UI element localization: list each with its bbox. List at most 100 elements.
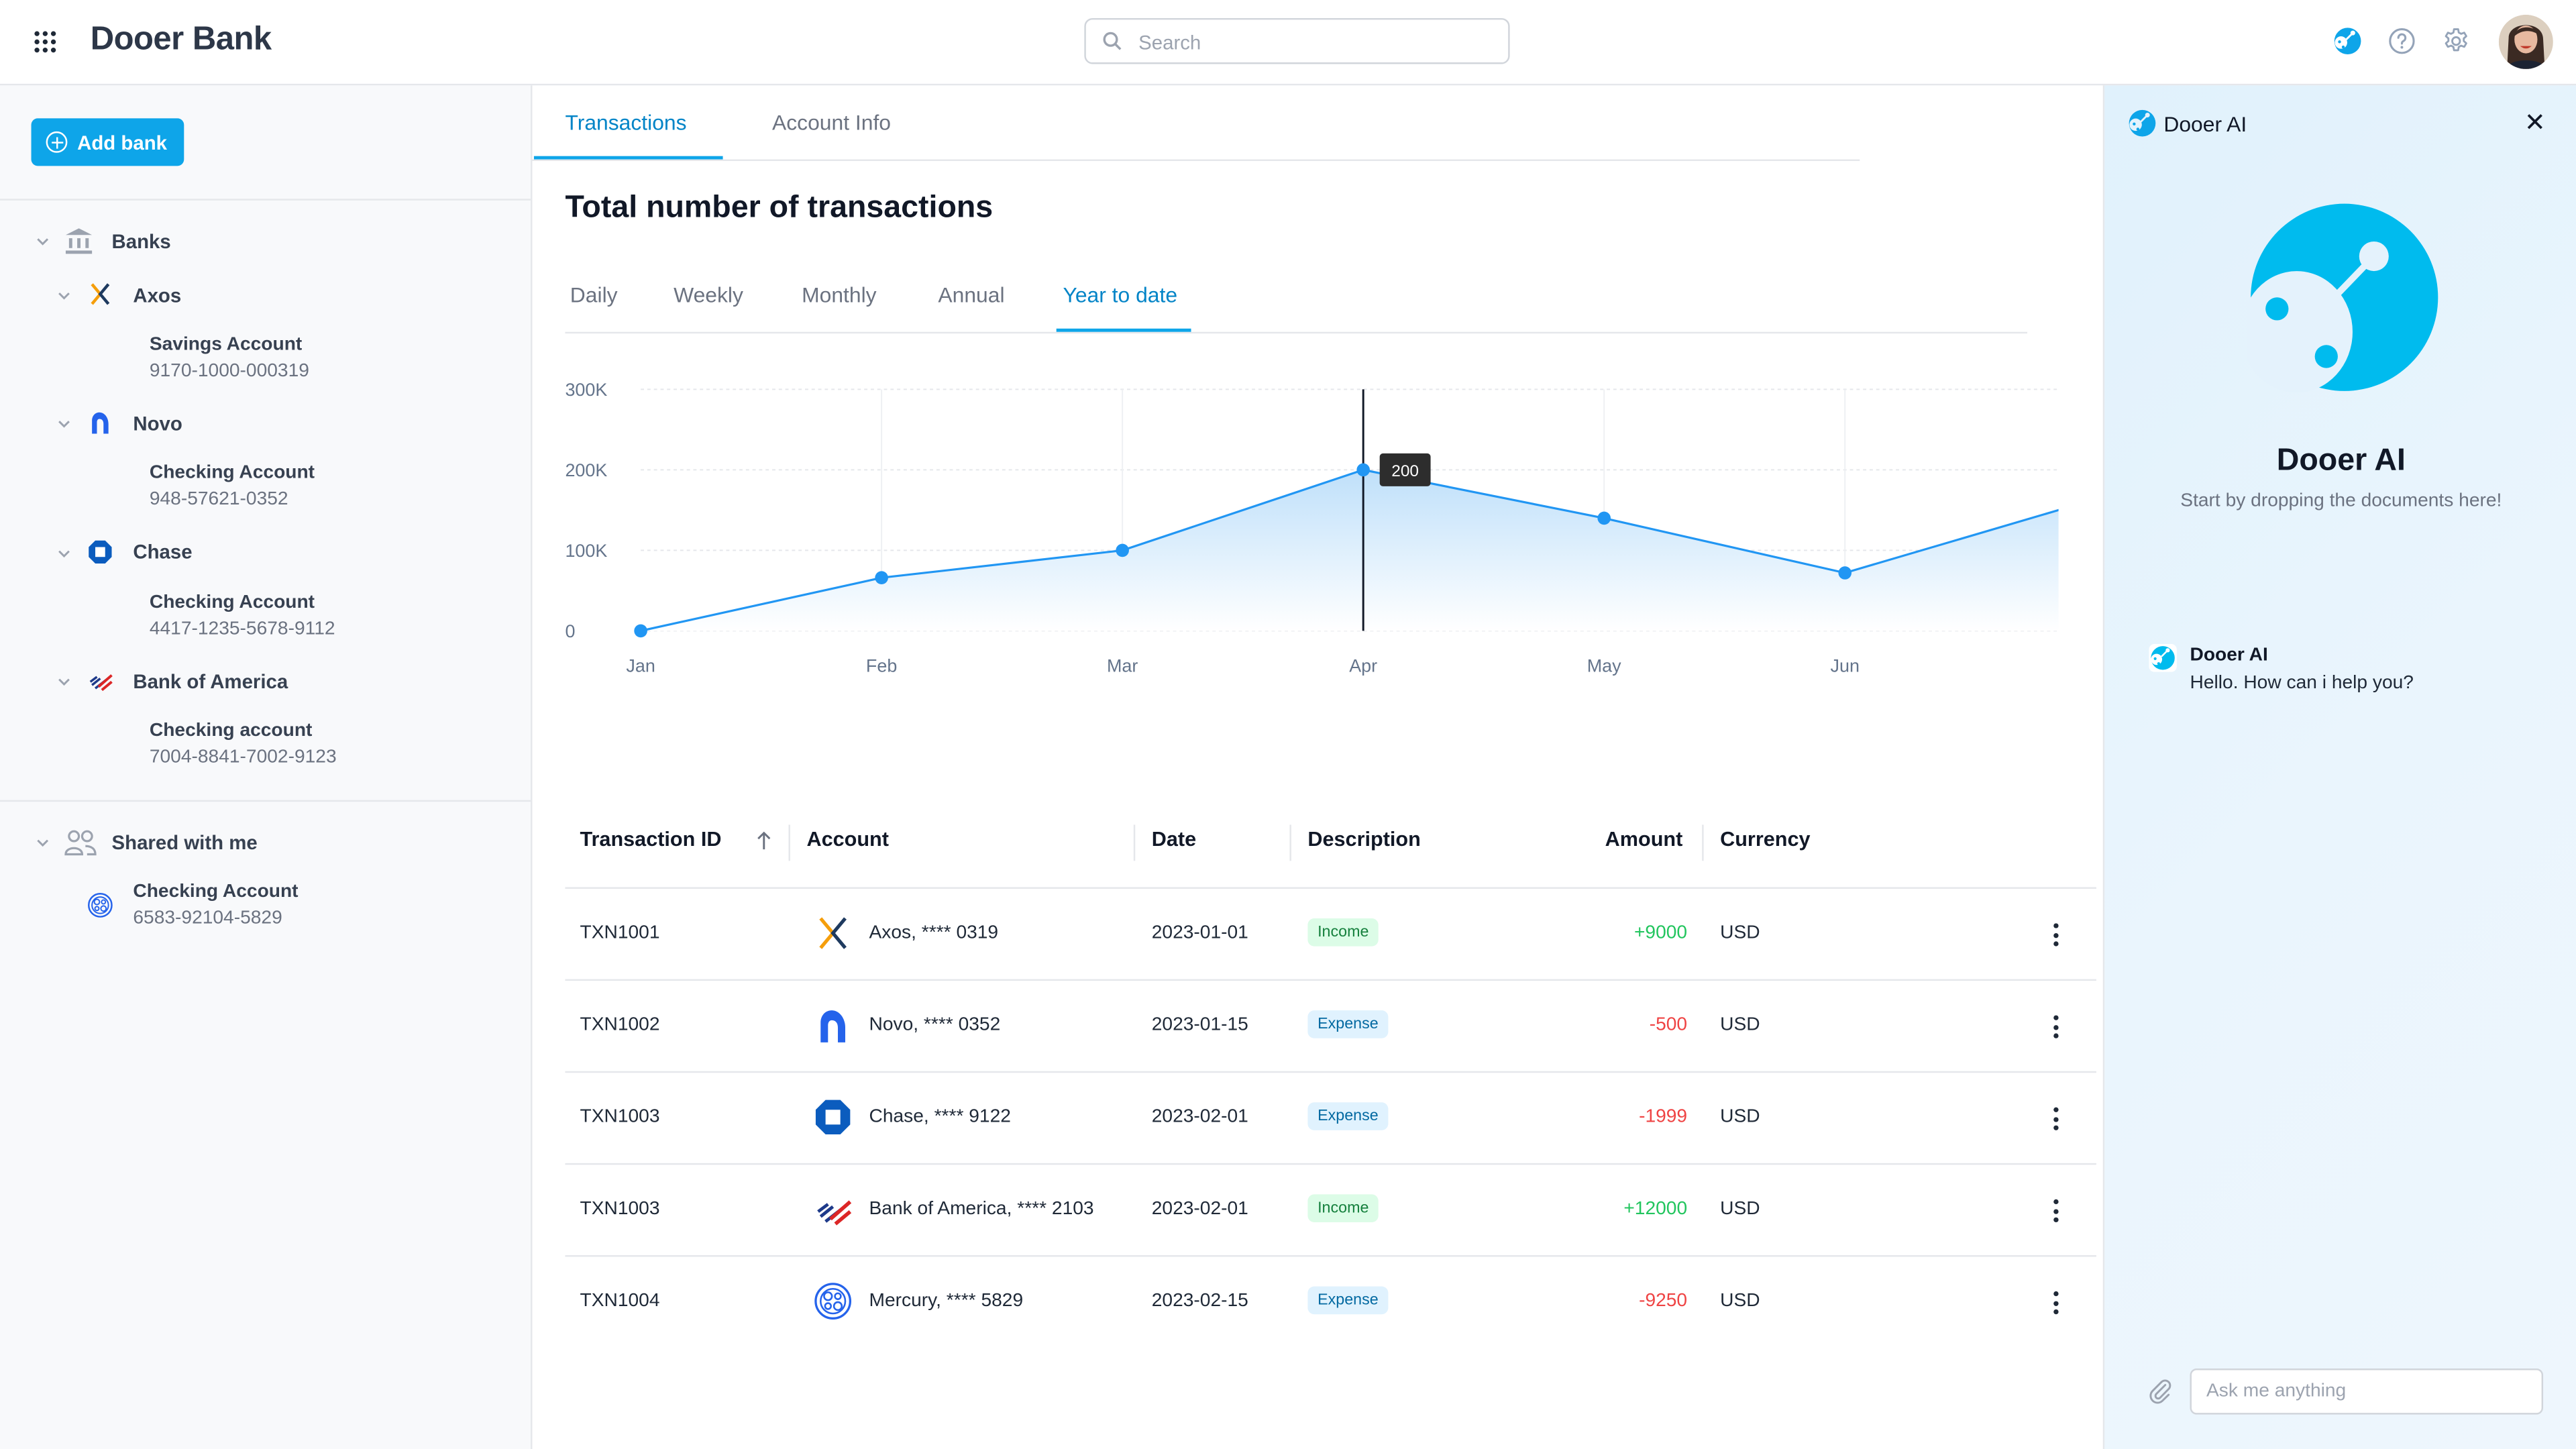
data-point-jun [1838,566,1852,580]
description-badge: Expense [1307,1010,1389,1038]
tooltip-value: 200 [1391,462,1419,480]
period-tab-weekly[interactable]: Weekly [674,282,743,307]
novo-logo-icon [92,412,109,434]
row-more-options-icon[interactable] [2052,923,2059,947]
x-tick-label: Apr [1349,656,1377,676]
chase-logo-icon [815,1099,851,1135]
sidebar-bank-label[interactable]: Novo [133,413,182,435]
novo-logo-icon [820,1010,846,1042]
area-fill [641,470,2059,631]
sidebar-bank-label[interactable]: Axos [133,284,181,307]
period-tab-annual[interactable]: Annual [938,282,1004,307]
date-cell: 2023-02-01 [1151,1199,1248,1220]
chevron-down-icon[interactable] [58,547,71,561]
row-more-options-icon[interactable] [2052,1199,2059,1223]
table-row[interactable]: TXN1002 Novo, **** 0352 2023-01-15 Expen… [565,981,2096,1071]
chevron-down-icon[interactable] [58,676,71,689]
search-box[interactable] [1084,17,1510,64]
data-point-jan [634,624,647,638]
account-name: Checking account [149,721,313,741]
chevron-down-icon[interactable] [36,235,50,248]
sidebar-bank-label[interactable]: Bank of America [133,670,288,693]
table-row[interactable]: TXN1004 Mercury, **** 5829 2023-02-15 Ex… [565,1256,2096,1347]
x-tick-label: Feb [866,656,897,676]
sidebar-bank-label[interactable]: Chase [133,541,192,564]
x-tick-label: Jun [1831,656,1860,676]
close-icon[interactable] [2525,112,2544,131]
sidebar-item-shared-with-me[interactable]: Shared with me [112,831,258,854]
chevron-down-icon[interactable] [36,837,50,850]
y-tick-label: 300K [565,380,607,400]
column-header-account[interactable]: Account [806,828,888,851]
app-title: Dooer Bank [90,21,272,58]
account-number: 4417-1235-5678-9112 [149,619,335,639]
column-header-transaction-id[interactable]: Transaction ID [580,828,721,851]
date-cell: 2023-02-01 [1151,1107,1248,1128]
column-separator[interactable] [1133,824,1136,861]
row-more-options-icon[interactable] [2052,1291,2059,1315]
date-cell: 2023-02-15 [1151,1291,1248,1311]
row-more-options-icon[interactable] [2052,1107,2059,1130]
amount-cell: -1999 [1639,1107,1688,1128]
sidebar-divider [0,199,531,201]
row-more-options-icon[interactable] [2052,1015,2059,1038]
dooer-ai-avatar-icon [2149,644,2177,672]
y-tick-label: 100K [565,541,607,561]
apps-grid-icon[interactable] [34,31,57,54]
period-tab-monthly[interactable]: Monthly [802,282,877,307]
help-icon[interactable] [2387,26,2416,56]
chevron-down-icon[interactable] [58,289,71,303]
period-tab-year-to-date[interactable]: Year to date [1063,282,1178,307]
account-cell: Chase, **** 9122 [869,1107,1011,1128]
description-badge: Income [1307,1194,1379,1223]
sort-ascending-icon[interactable] [756,830,772,851]
table-row[interactable]: TXN1001 Axos, **** 0319 2023-01-01 Incom… [565,889,2096,979]
settings-gear-icon[interactable] [2441,26,2471,56]
chat-message-text: Hello. How can i help you? [2190,674,2414,694]
currency-cell: USD [1720,1199,1760,1220]
table-row[interactable]: TXN1003 Chase, **** 9122 2023-02-01 Expe… [565,1073,2096,1163]
chase-logo-icon [89,540,112,564]
transaction-id: TXN1003 [580,1199,660,1220]
column-separator[interactable] [788,824,790,861]
currency-cell: USD [1720,1291,1760,1311]
sidebar: Add bank Banks Axos Savings Account 9170… [0,85,533,1449]
dooer-ai-hero-logo [2247,203,2438,393]
top-bar: Dooer Bank [0,0,2576,86]
chevron-down-icon[interactable] [58,417,71,431]
search-input[interactable] [1135,26,1503,60]
period-tab-daily[interactable]: Daily [570,282,618,307]
table-row[interactable]: TXN1003 Bank of America, **** 2103 2023-… [565,1165,2096,1255]
period-tabs: Daily Weekly Monthly Annual Year to date [565,266,2028,334]
column-separator[interactable] [1289,824,1291,861]
account-number: 7004-8841-7002-9123 [149,747,337,767]
y-tick-label: 0 [565,621,575,641]
column-header-date[interactable]: Date [1152,828,1196,851]
attach-paperclip-icon[interactable] [2147,1379,2174,1405]
user-avatar[interactable] [2498,15,2553,69]
transaction-id: TXN1002 [580,1015,660,1035]
add-bank-label: Add bank [77,130,167,154]
tab-transactions[interactable]: Transactions [565,110,686,135]
x-tick-label: Mar [1107,656,1138,676]
column-header-currency[interactable]: Currency [1720,828,1810,851]
shared-users-icon [64,830,97,856]
active-tab-indicator [533,156,723,160]
account-cell: Mercury, **** 5829 [869,1291,1024,1311]
currency-cell: USD [1720,1107,1760,1128]
sidebar-item-banks[interactable]: Banks [112,230,171,253]
bank-building-icon [65,228,93,254]
bank-of-america-logo-icon [89,674,113,692]
data-point-apr [1356,463,1370,477]
dooer-ai-logo-icon [2129,109,2156,137]
column-separator[interactable] [1702,824,1704,861]
data-point-may [1597,511,1611,525]
column-header-description[interactable]: Description [1307,828,1420,851]
ai-chat-input[interactable] [2190,1368,2544,1415]
sidebar-divider [0,800,531,802]
add-bank-button[interactable]: Add bank [31,118,184,166]
column-header-amount[interactable]: Amount [1605,828,1683,851]
dooer-ai-icon[interactable] [2333,26,2363,56]
x-tick-label: May [1587,656,1621,676]
tab-account-info[interactable]: Account Info [772,110,891,135]
